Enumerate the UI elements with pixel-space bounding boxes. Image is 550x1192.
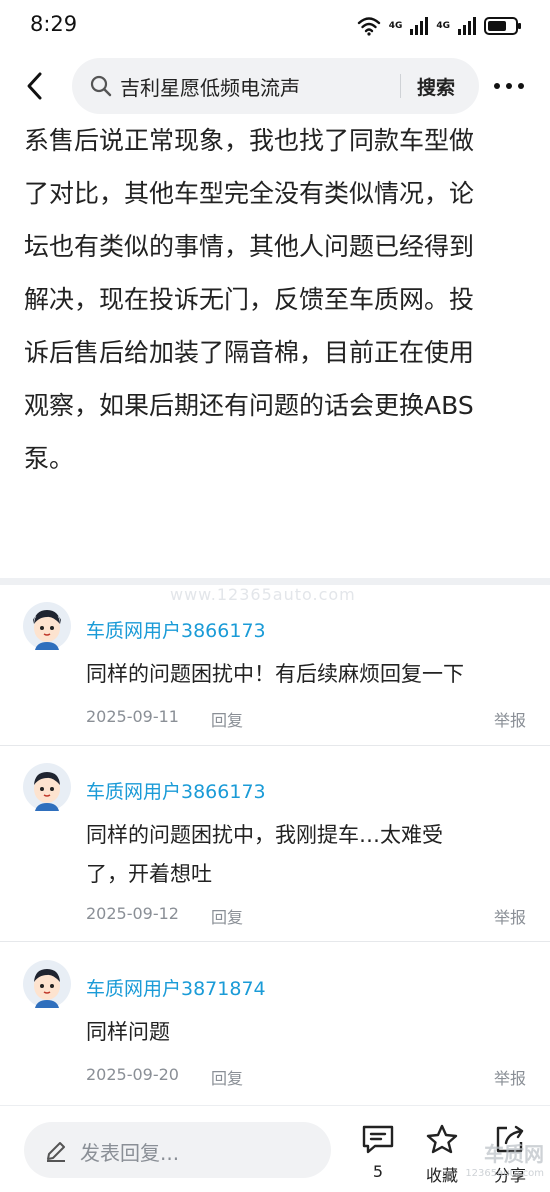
corner-watermark-site: 12365auto.com (465, 1168, 544, 1179)
comment-item: 车质网用户3866173 同样的问题困扰中，我刚提车…太难受 了，开着想吐 20… (0, 763, 550, 943)
comment-divider (0, 745, 550, 746)
search-icon (90, 75, 112, 97)
article-line: 泵。 (24, 444, 75, 473)
report-link[interactable]: 举报 (494, 904, 526, 928)
reply-link[interactable]: 回复 (211, 707, 243, 731)
top-navigation-bar: 吉利星愿低频电流声 搜索 (0, 56, 550, 116)
comment-icon (362, 1125, 394, 1154)
favorite-label: 收藏 (425, 1166, 458, 1185)
comment-text-line: 同样的问题困扰中，我刚提车…太难受 (86, 823, 443, 847)
battery-icon (484, 17, 521, 35)
section-divider (0, 578, 550, 585)
comment-username[interactable]: 车质网用户3871874 (86, 974, 266, 1001)
corner-watermark: 车质网 12365auto.com (465, 1144, 544, 1184)
comment-username[interactable]: 车质网用户3866173 (86, 616, 266, 643)
comment-item: 车质网用户3871874 同样问题 2025-09-20 回复 举报 (0, 960, 550, 1105)
search-box[interactable]: 吉利星愿低频电流声 搜索 (72, 58, 479, 114)
avatar-icon[interactable] (23, 763, 71, 811)
wifi-icon (357, 17, 380, 36)
comment-date: 2025-09-20 (86, 1065, 179, 1084)
search-input[interactable]: 吉利星愿低频电流声 (120, 72, 300, 101)
comment-count: 5 (372, 1162, 384, 1181)
favorite-button[interactable]: 收藏 (420, 1124, 464, 1186)
corner-watermark-brand: 车质网 (484, 1142, 544, 1166)
comment-date: 2025-09-11 (86, 707, 179, 726)
comment-text: 同样的问题困扰中，我刚提车…太难受 了，开着想吐 (86, 816, 526, 894)
status-time: 8:29 (30, 12, 78, 36)
status-icons: 4G 4G (357, 13, 522, 39)
star-icon (426, 1124, 458, 1154)
back-button[interactable] (20, 68, 52, 104)
comment-date: 2025-09-12 (86, 904, 179, 923)
article-line: 观察，如果后期还有问题的话会更换ABS (24, 391, 474, 420)
reply-link[interactable]: 回复 (211, 1065, 243, 1089)
edit-icon (47, 1142, 65, 1162)
avatar-icon[interactable] (23, 960, 71, 1008)
report-link[interactable]: 举报 (494, 1065, 526, 1089)
comment-text-line: 了，开着想吐 (86, 862, 212, 886)
comment-text-line: 同样的问题困扰中！有后续麻烦回复一下 (86, 662, 464, 686)
more-button[interactable] (489, 72, 529, 100)
more-icon (494, 83, 524, 89)
reply-input[interactable]: 发表回复... (24, 1122, 331, 1178)
comment-divider (0, 941, 550, 942)
article-line: 诉后售后给加装了隔音棉，目前正在使用 (24, 338, 475, 367)
reply-link[interactable]: 回复 (211, 904, 243, 928)
article-line: 坛也有类似的事情，其他人问题已经得到 (24, 232, 475, 261)
reply-placeholder: 发表回复... (80, 1141, 180, 1165)
comment-username[interactable]: 车质网用户3866173 (86, 777, 266, 804)
article-line: 了对比，其他车型完全没有类似情况，论 (24, 179, 475, 208)
network-type-label: 4G (388, 21, 403, 31)
back-icon (27, 72, 42, 100)
signal-icon (458, 17, 476, 35)
status-bar: 8:29 4G 4G (0, 0, 550, 52)
comment-text: 同样问题 (86, 1013, 526, 1052)
article-body: 系售后说正常现象，我也找了同款车型做 了对比，其他车型完全没有类似情况，论 坛也… (24, 114, 524, 485)
network-type-label: 4G (436, 21, 450, 31)
comment-text-line: 同样问题 (86, 1020, 170, 1044)
report-link[interactable]: 举报 (494, 707, 526, 731)
bottom-action-bar: 发表回复... 5 收藏 分享 车质网 12365auto.com (0, 1105, 550, 1192)
signal-icon (410, 17, 429, 35)
avatar-icon[interactable] (23, 602, 71, 650)
article-line: 系售后说正常现象，我也找了同款车型做 (24, 126, 475, 155)
comments-button[interactable]: 5 (358, 1124, 398, 1181)
comment-item: 车质网用户3866173 同样的问题困扰中！有后续麻烦回复一下 2025-09-… (0, 602, 550, 747)
article-line: 解决，现在投诉无门，反馈至车质网。投 (24, 285, 475, 314)
search-button[interactable]: 搜索 (417, 73, 455, 100)
comment-text: 同样的问题困扰中！有后续麻烦回复一下 (86, 655, 526, 694)
search-divider (400, 74, 401, 98)
